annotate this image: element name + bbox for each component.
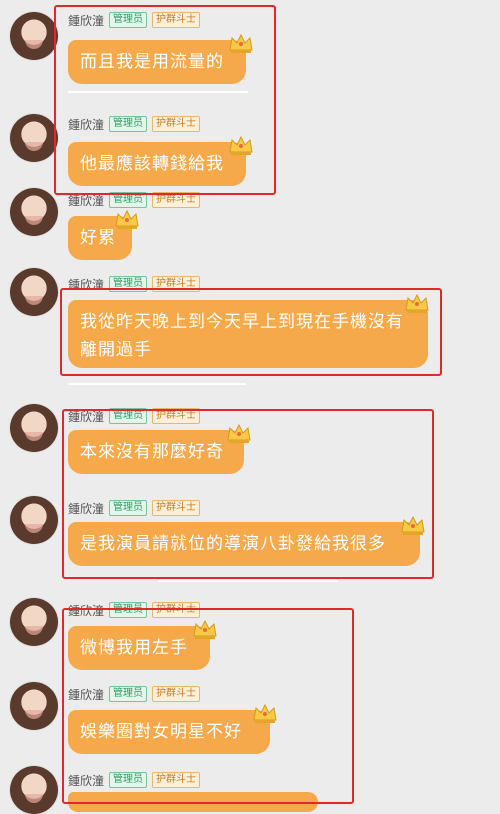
highlight-frame: [60, 288, 442, 376]
highlight-frame: [62, 608, 354, 804]
avatar[interactable]: [10, 268, 58, 316]
avatar[interactable]: [10, 496, 58, 544]
message-divider: [68, 383, 246, 385]
avatar[interactable]: [10, 188, 58, 236]
avatar[interactable]: [10, 598, 58, 646]
message-text: 好累: [80, 228, 116, 248]
avatar[interactable]: [10, 766, 58, 814]
crown-icon: [115, 209, 139, 229]
highlight-frame: [54, 5, 276, 195]
message-divider: [158, 580, 338, 582]
avatar[interactable]: [10, 114, 58, 162]
avatar[interactable]: [10, 682, 58, 730]
highlight-frame: [62, 409, 434, 579]
avatar[interactable]: [10, 404, 58, 452]
avatar[interactable]: [10, 12, 58, 60]
